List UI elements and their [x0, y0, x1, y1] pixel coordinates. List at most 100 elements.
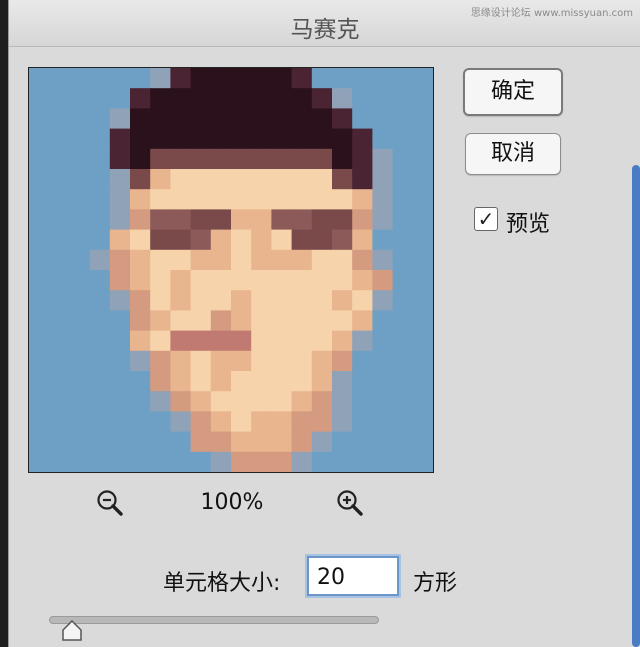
mosaic-cell	[29, 88, 50, 109]
mosaic-cell	[29, 128, 50, 150]
zoom-in-icon[interactable]	[335, 488, 365, 518]
mosaic-cell	[372, 310, 394, 332]
mosaic-cell	[190, 270, 212, 291]
cell-size-slider-track[interactable]	[49, 616, 379, 624]
mosaic-cell	[392, 350, 414, 372]
mosaic-cell	[190, 229, 212, 251]
mosaic-cell	[271, 169, 293, 190]
mosaic-cell	[271, 209, 293, 231]
mosaic-cell	[392, 209, 414, 231]
mosaic-cell	[170, 209, 192, 231]
mosaic-cell	[412, 451, 433, 472]
mosaic-cell	[49, 371, 70, 392]
cell-size-slider-thumb[interactable]	[61, 620, 83, 642]
mosaic-cell	[352, 249, 373, 271]
cancel-button[interactable]: 取消	[465, 133, 561, 175]
mosaic-cell	[49, 169, 70, 190]
mosaic-cell	[69, 128, 91, 150]
mosaic-cell	[352, 391, 373, 412]
mosaic-cell	[170, 310, 192, 332]
mosaic-cell	[291, 270, 313, 291]
mosaic-cell	[130, 310, 151, 332]
mosaic-cell	[392, 371, 414, 392]
mosaic-cell	[311, 88, 333, 109]
mosaic-cell	[89, 108, 111, 130]
mosaic-cell	[150, 431, 171, 453]
mosaic-cell	[109, 189, 131, 210]
mosaic-cell	[291, 128, 313, 150]
mosaic-cell	[29, 391, 50, 412]
title-bar[interactable]: 马赛克 思缘设计论坛 www.missyuan.com	[9, 0, 640, 47]
mosaic-cell	[210, 148, 232, 170]
mosaic-cell	[170, 229, 192, 251]
mosaic-cell	[89, 68, 111, 89]
mosaic-cell	[89, 431, 111, 453]
mosaic-cell	[332, 169, 353, 190]
mosaic-cell	[49, 148, 70, 170]
mosaic-cell	[332, 350, 353, 372]
mosaic-cell	[170, 189, 192, 210]
mosaic-cell	[412, 88, 433, 109]
mosaic-cell	[372, 169, 394, 190]
mosaic-cell	[372, 209, 394, 231]
mosaic-cell	[311, 148, 333, 170]
mosaic-cell	[150, 330, 171, 352]
mosaic-cell	[352, 88, 373, 109]
mosaic-cell	[210, 330, 232, 352]
mosaic-cell	[130, 371, 151, 392]
mosaic-cell	[352, 169, 373, 190]
preview-image-area[interactable]	[28, 67, 434, 473]
mosaic-cell	[170, 128, 192, 150]
mosaic-cell	[109, 270, 131, 291]
mosaic-cell	[29, 209, 50, 231]
mosaic-cell	[372, 391, 394, 412]
mosaic-cell	[291, 391, 313, 412]
mosaic-cell	[251, 431, 272, 453]
mosaic-cell	[291, 108, 313, 130]
mosaic-cell	[392, 330, 414, 352]
mosaic-cell	[210, 290, 232, 311]
mosaic-cell	[372, 330, 394, 352]
mosaic-cell	[332, 88, 353, 109]
mosaic-cell	[170, 108, 192, 130]
mosaic-cell	[412, 350, 433, 372]
mosaic-cell	[109, 411, 131, 433]
mosaic-cell	[190, 169, 212, 190]
mosaic-cell	[231, 451, 252, 472]
mosaic-cell	[231, 391, 252, 412]
cell-size-label: 单元格大小:	[163, 571, 281, 596]
window-scrollbar[interactable]	[632, 165, 640, 647]
mosaic-cell	[190, 310, 212, 332]
mosaic-cell	[190, 431, 212, 453]
mosaic-cell	[291, 451, 313, 472]
mosaic-cell	[271, 411, 293, 433]
mosaic-cell	[29, 290, 50, 311]
mosaic-cell	[412, 310, 433, 332]
mosaic-cell	[332, 290, 353, 311]
mosaic-cell	[352, 330, 373, 352]
mosaic-cell	[352, 310, 373, 332]
mosaic-cell	[150, 108, 171, 130]
mosaic-cell	[109, 451, 131, 472]
mosaic-cell	[49, 229, 70, 251]
mosaic-cell	[231, 68, 252, 89]
mosaic-cell	[412, 371, 433, 392]
mosaic-cell	[412, 148, 433, 170]
mosaic-cell	[150, 209, 171, 231]
mosaic-cell	[89, 209, 111, 231]
preview-checkbox[interactable]: ✓	[474, 207, 498, 231]
mosaic-cell	[190, 330, 212, 352]
cell-size-input[interactable]: 20	[307, 556, 399, 596]
mosaic-cell	[29, 270, 50, 291]
mosaic-cell	[412, 431, 433, 453]
cell-size-unit: 方形	[413, 571, 458, 596]
ok-button[interactable]: 确定	[463, 68, 563, 116]
mosaic-cell	[392, 189, 414, 210]
mosaic-cell	[251, 169, 272, 190]
zoom-out-icon[interactable]	[95, 488, 125, 518]
mosaic-cell	[210, 209, 232, 231]
mosaic-cell	[130, 431, 151, 453]
mosaic-cell	[69, 330, 91, 352]
mosaic-cell	[352, 411, 373, 433]
mosaic-cell	[332, 108, 353, 130]
